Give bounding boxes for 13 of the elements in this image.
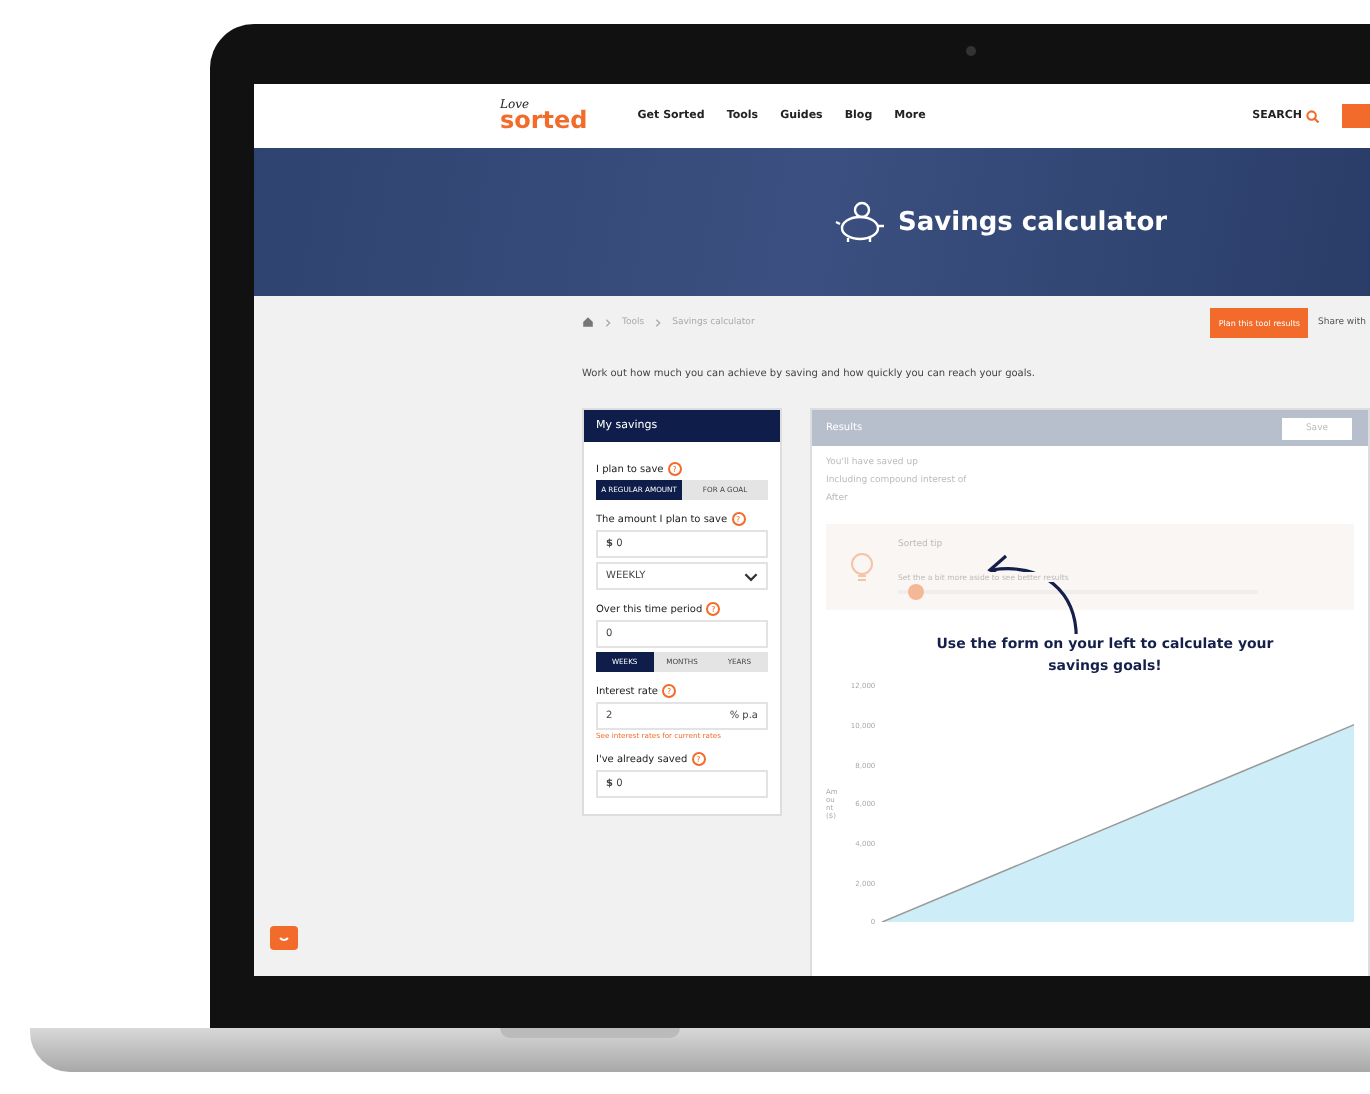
lightbulb-icon xyxy=(846,547,878,587)
login-button[interactable] xyxy=(1342,104,1370,128)
piggy-bank-icon xyxy=(834,200,886,244)
chat-button[interactable] xyxy=(270,926,298,950)
chevron-down-icon xyxy=(744,571,758,581)
slider-thumb[interactable] xyxy=(908,584,924,600)
smiley-icon xyxy=(276,932,292,944)
home-icon[interactable] xyxy=(582,316,594,328)
page-title: Savings calculator xyxy=(898,207,1168,237)
chevron-right-icon xyxy=(604,317,612,327)
search-icon xyxy=(1306,109,1320,123)
camera-icon xyxy=(966,46,976,56)
chevron-right-icon xyxy=(654,317,663,327)
